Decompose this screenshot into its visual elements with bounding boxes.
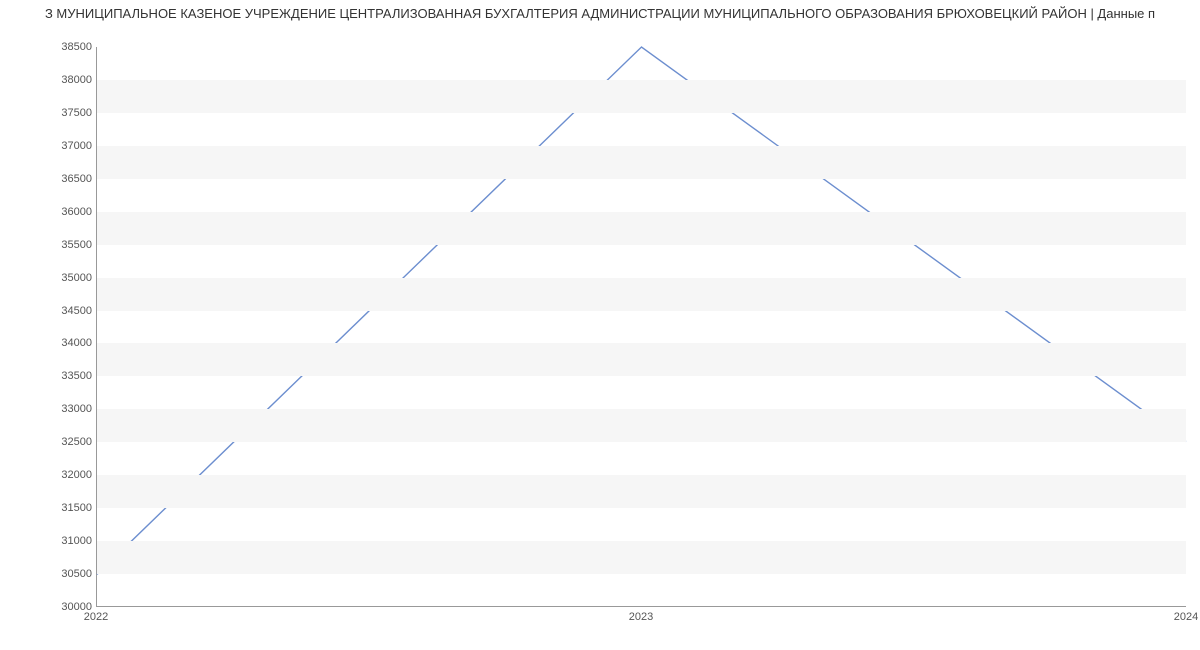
y-tick-label: 32500 <box>32 436 92 448</box>
grid-band <box>97 278 1186 311</box>
grid-band <box>97 376 1186 409</box>
grid-band <box>97 245 1186 278</box>
grid-band <box>97 574 1186 607</box>
grid-band <box>97 442 1186 475</box>
y-tick-label: 38500 <box>32 41 92 53</box>
grid-band <box>97 212 1186 245</box>
y-tick-label: 34000 <box>32 337 92 349</box>
grid-band <box>97 179 1186 212</box>
chart-area: 3000030500310003150032000325003300033500… <box>0 23 1200 643</box>
grid-band <box>97 409 1186 442</box>
grid-band <box>97 113 1186 146</box>
y-tick-label: 37000 <box>32 140 92 152</box>
y-tick-label: 32000 <box>32 469 92 481</box>
chart-title: З МУНИЦИПАЛЬНОЕ КАЗЕНОЕ УЧРЕЖДЕНИЕ ЦЕНТР… <box>0 0 1200 23</box>
x-tick-label: 2024 <box>1174 611 1198 623</box>
x-tick-label: 2023 <box>629 611 653 623</box>
y-tick-label: 30500 <box>32 568 92 580</box>
x-tick-label: 2022 <box>84 611 108 623</box>
grid-band <box>97 343 1186 376</box>
y-tick-label: 36500 <box>32 173 92 185</box>
y-tick-label: 34500 <box>32 305 92 317</box>
y-tick-label: 33000 <box>32 403 92 415</box>
y-tick-label: 38000 <box>32 74 92 86</box>
y-tick-label: 35000 <box>32 272 92 284</box>
y-tick-label: 36000 <box>32 206 92 218</box>
y-tick-label: 31000 <box>32 535 92 547</box>
grid-band <box>97 47 1186 80</box>
grid-band <box>97 311 1186 344</box>
grid-band <box>97 80 1186 113</box>
y-tick-label: 37500 <box>32 107 92 119</box>
y-tick-label: 33500 <box>32 370 92 382</box>
y-tick-label: 31500 <box>32 502 92 514</box>
grid-band <box>97 475 1186 508</box>
plot-area <box>96 47 1186 607</box>
grid-band <box>97 508 1186 541</box>
grid-band <box>97 146 1186 179</box>
grid-band <box>97 541 1186 574</box>
y-tick-label: 35500 <box>32 239 92 251</box>
